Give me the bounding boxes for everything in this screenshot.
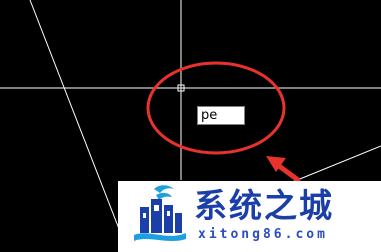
watermark: 系统之城 xitong86.com	[118, 181, 381, 252]
diagonal-line-right	[289, 145, 381, 184]
castle-logo-icon	[134, 185, 186, 241]
annotation-arrow-icon	[266, 156, 301, 183]
command-input[interactable]	[197, 106, 245, 125]
watermark-name: 系统之城	[194, 186, 334, 225]
diagonal-line-left	[29, 0, 129, 252]
watermark-domain: xitong86.com	[198, 227, 328, 242]
